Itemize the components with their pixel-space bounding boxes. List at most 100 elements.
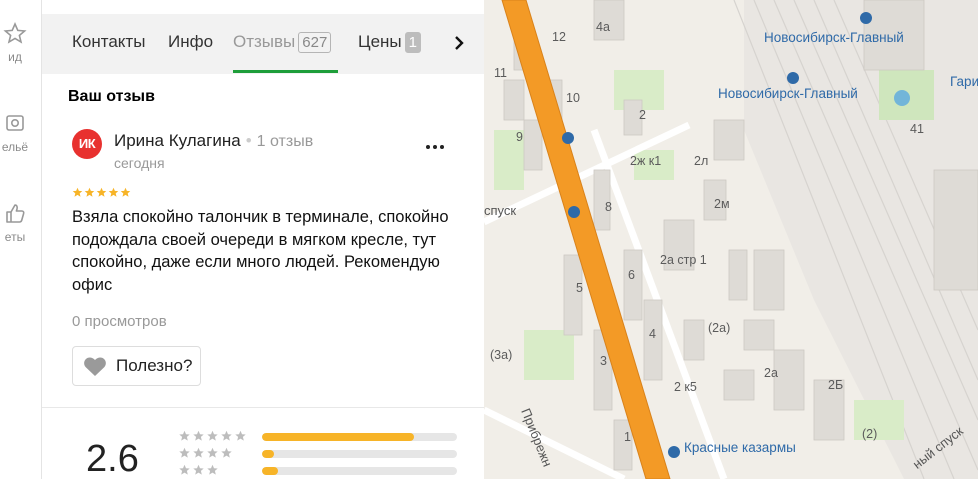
star-icon [3,22,27,44]
rating-bar-fill [262,467,278,475]
rating-bar-fill [262,433,415,441]
chevron-right-icon[interactable] [452,34,466,52]
rail-item-guide[interactable]: ид [0,22,41,64]
map-label-building: 2м [714,197,730,211]
star-icon [221,430,232,441]
map-label-building: 6 [628,268,635,282]
map-label-building: 8 [605,200,612,214]
photo-icon [6,115,24,131]
star-icon [96,187,107,197]
app-window: ид ельё еты Контакты Инфо Отзывы 627 Цены… [0,0,978,479]
active-tab-indicator [233,70,338,73]
map-label-building: 3 [600,354,607,368]
map[interactable]: Новосибирск-Главный Новосибирск-Главный … [484,0,978,479]
map-label-building: 2ж к1 [630,154,662,168]
map-label-station[interactable]: Красные казармы [684,440,796,455]
helpful-button[interactable]: Полезно? [72,346,201,386]
author-review-count[interactable]: 1 отзыв [257,133,314,150]
tab-label: Контакты [72,32,146,51]
map-label-street: спуск [484,203,517,218]
rail-label-guide: ид [8,50,22,64]
tab-reviews[interactable]: Отзывы 627 [233,32,332,53]
helpful-label: Полезно? [116,356,193,375]
star-icon [207,447,218,458]
map-label-building: 2а стр 1 [660,253,707,267]
rating-bar [262,450,457,458]
tab-label: Отзывы [233,32,296,51]
rating-bar [262,467,457,475]
star-icon [207,430,218,441]
star-icon [193,447,204,458]
map-label-building: 41 [910,122,924,136]
tab-bar: Контакты Инфо Отзывы 627 Цены 1 [42,14,484,74]
map-label-building: (3а) [490,348,513,362]
map-label-building: 1 [624,430,631,444]
rail-label-photos: ельё [1,140,29,154]
map-label-building: (2) [862,427,878,441]
star-icon [193,430,204,441]
rail-label-tips: еты [4,230,26,244]
rating-bar-fill [262,450,274,458]
map-label-building: 2 к5 [674,380,697,394]
tab-contacts[interactable]: Контакты [72,32,145,52]
map-label-building: 4 [649,327,656,341]
map-label-building: 10 [566,91,580,105]
rating-row-stars [178,464,219,476]
average-rating: 2.6 [86,438,139,479]
star-icon [179,464,190,475]
map-label-building: 2Б [828,378,844,392]
map-label-building: 9 [516,130,523,144]
rating-row-stars [178,430,247,442]
star-icon [221,447,232,458]
star-icon [179,447,190,458]
review-views: 0 просмотров [72,313,167,330]
tab-count-badge: 1 [404,32,421,53]
map-label-station[interactable]: Новосибирск-Главный [764,30,904,45]
map-label-station[interactable]: Гари [950,74,978,89]
avatar[interactable]: ИК [72,129,102,159]
thumb-up-icon [6,204,25,223]
map-label-building: 2а [764,366,778,380]
more-options-button[interactable] [424,136,452,156]
star-icon [235,430,246,441]
star-icon [108,187,119,197]
tab-info[interactable]: Инфо [168,32,213,52]
star-icon [207,464,218,475]
star-icon [120,187,131,197]
star-icon [193,464,204,475]
place-panel: Контакты Инфо Отзывы 627 Цены 1 Ваш отзыв … [42,0,484,479]
rating-row-stars [178,447,233,459]
separator-dot: • [245,131,252,150]
star-icon [84,187,95,197]
review-date: сегодня [114,155,165,171]
your-review-heading: Ваш отзыв [68,88,155,105]
map-label-building: 11 [494,66,507,80]
left-rail: ид ельё еты [0,0,42,479]
review-text: Взяла спокойно талончик в терминале, спо… [72,208,449,294]
map-label-building: 12 [552,30,566,44]
map-canvas[interactable] [484,0,978,479]
map-label-building: 5 [576,281,583,295]
rail-item-tips[interactable]: еты [0,202,41,244]
map-label-building: 4а [596,20,610,34]
map-label-building: (2а) [708,321,731,335]
tab-prices[interactable]: Цены 1 [358,32,421,53]
star-icon [179,430,190,441]
map-label-station[interactable]: Новосибирск-Главный [718,86,858,101]
map-label-building: 2 [639,108,646,122]
dot-icon [425,145,430,149]
author-name[interactable]: Ирина Кулагина [114,131,241,150]
rail-item-photos[interactable]: ельё [0,112,41,154]
rating-bar [262,433,457,441]
map-label-building: 2л [694,154,709,168]
review-author-line: Ирина Кулагина • 1 отзыв [114,131,313,151]
tab-count-badge: 627 [298,32,332,53]
tab-label: Инфо [168,32,214,51]
divider [42,407,484,408]
dot-icon [432,145,437,149]
dot-icon [439,145,444,149]
star-icon [72,187,83,197]
tab-label: Цены [358,32,402,51]
heart-icon [84,357,106,376]
review-stars [72,187,131,198]
